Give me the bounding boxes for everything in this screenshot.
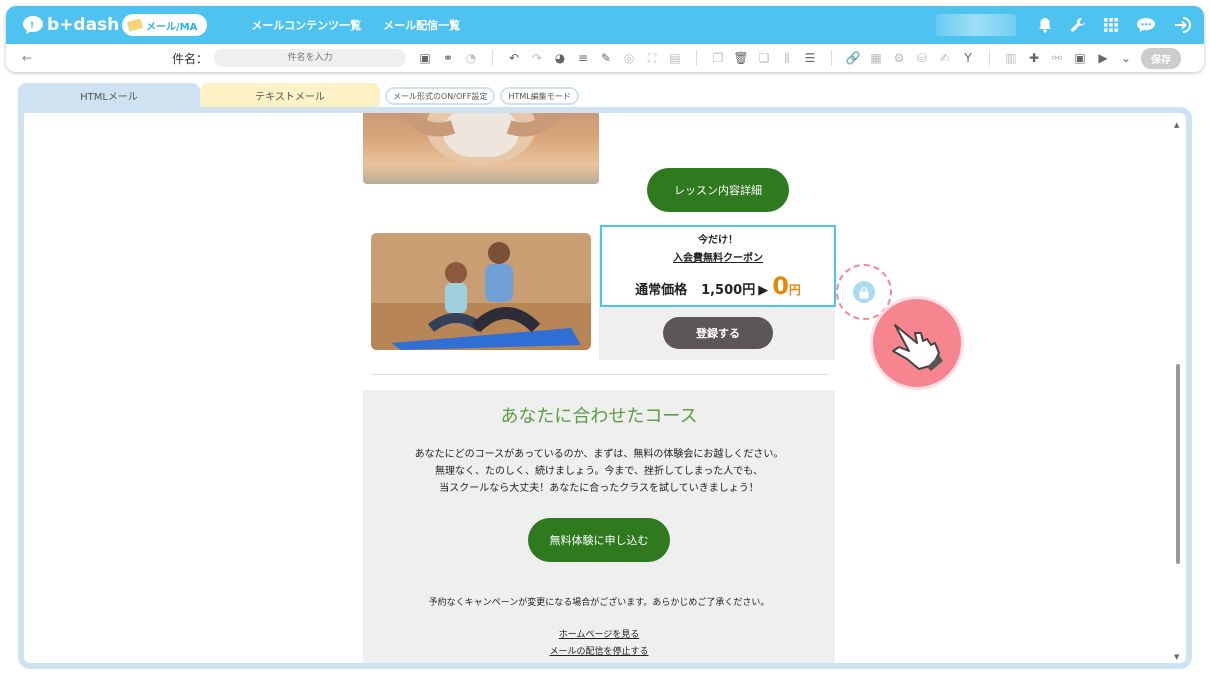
course-section: あなたに合わせたコース あなたにどのコースがあっているのか、まずは、無料の体験会…	[363, 390, 835, 663]
chevron-down-icon[interactable]: ⌄	[1119, 51, 1133, 65]
module-pill-label: メール/MA	[146, 21, 198, 33]
app-header: ! b+dash メール/MA メールコンテンツ一覧 メール配信一覧 ← 件名：…	[6, 6, 1204, 72]
lock-icon[interactable]	[853, 281, 875, 303]
chat-icon[interactable]	[1136, 17, 1156, 33]
save-button[interactable]: 保存	[1141, 47, 1182, 69]
grid-icon[interactable]	[1104, 18, 1118, 32]
module-pill[interactable]: メール/MA	[122, 14, 208, 36]
yoga-couple-image[interactable]	[371, 233, 591, 350]
envelope-icon	[126, 18, 144, 32]
campaign-notice: 予約なくキャンペーンが変更になる場合がございます。あらかじめご了承ください。	[428, 598, 770, 608]
editor-toolbar: ← 件名： ▣ ⚭ ◔ ↶ ↷ ◕ ≡ ✎ ◎ ⛶ ▤ ❐ 🗑 ❏ ⫼ ☰ 🔗 …	[6, 44, 1204, 72]
wrench-icon[interactable]	[1070, 17, 1086, 33]
vertical-scrollbar[interactable]: ▲ ▼	[1174, 121, 1182, 661]
tab-html-mail[interactable]: HTMLメール	[18, 83, 200, 108]
course-text-line: 当スクールなら大丈夫！あなたに合ったクラスを試していきましょう！	[439, 483, 759, 494]
subject-input[interactable]	[214, 49, 407, 67]
logo-text: b+dash	[47, 15, 120, 35]
palette-icon[interactable]: ◕	[553, 51, 567, 65]
section-divider	[371, 374, 829, 375]
sale-price-unit: 円	[788, 283, 801, 297]
scroll-down-icon[interactable]: ▼	[1174, 653, 1179, 661]
blocks-icon[interactable]: ▥	[1004, 51, 1018, 65]
template-icon[interactable]: ▣	[418, 51, 432, 65]
add-grid-icon[interactable]: ✚	[1027, 51, 1041, 65]
align-icon[interactable]: ≡	[576, 51, 590, 65]
nav-mail-deliveries[interactable]: メール配信一覧	[383, 17, 460, 33]
html-edit-mode-button[interactable]: HTML編集モード	[500, 87, 579, 105]
play-icon[interactable]: ▶	[1096, 51, 1110, 65]
course-text-line: あなたにどのコースがあっているのか、まずは、無料の体験会にお越しください。	[414, 449, 784, 460]
pointing-hand-icon	[870, 296, 964, 390]
copy-block-icon[interactable]: ❐	[711, 51, 725, 65]
format-toggle-button[interactable]: メール形式のON/OFF設定	[385, 87, 496, 105]
gears-icon[interactable]: ⚙	[892, 51, 906, 65]
back-arrow-icon[interactable]: ←	[22, 51, 172, 65]
person-stretching-image	[398, 113, 564, 165]
undo-icon[interactable]: ↶	[507, 51, 521, 65]
couple-on-yoga-mat-image	[371, 233, 591, 350]
columns-icon[interactable]: ⫼	[780, 51, 794, 65]
contact-card-icon[interactable]: ▣	[1073, 51, 1087, 65]
user-info-blurred	[936, 14, 1016, 36]
trash-icon[interactable]: 🗑	[733, 51, 748, 65]
edit-doc-icon[interactable]: ✍	[938, 51, 952, 65]
scroll-thumb[interactable]	[1176, 364, 1180, 564]
lesson-details-button[interactable]: レッスン内容詳細	[647, 168, 789, 212]
calendar-icon[interactable]: ▦	[869, 51, 883, 65]
coupon-title[interactable]: 入会費無料クーポン	[602, 249, 834, 264]
regular-price-label: 通常価格	[635, 283, 688, 298]
logo-icon: !	[23, 16, 43, 34]
unsubscribe-link[interactable]: メールの配信を停止する	[363, 644, 835, 657]
coupon-price-row: 通常価格 1,500円 ▶ 0 円	[602, 272, 834, 300]
app-logo[interactable]: ! b+dash	[22, 15, 122, 35]
course-description: あなたにどのコースがあっているのか、まずは、無料の体験会にお越しください。 無理…	[363, 446, 835, 497]
svg-text:!: !	[30, 21, 34, 31]
arrow-right-icon: ▶	[758, 283, 769, 298]
tab-text-mail[interactable]: テキストメール	[200, 83, 380, 108]
link-icon[interactable]: 🔗	[846, 51, 861, 65]
sale-price: 0	[772, 272, 789, 300]
logout-icon[interactable]	[1174, 17, 1192, 33]
email-preview: レッスン内容詳細 今だけ！ 入会費無料クーポン 通常価格 1,500円 ▶ 0 …	[363, 113, 836, 663]
image-block-icon[interactable]: ▤	[668, 51, 682, 65]
coupon-box[interactable]: 今だけ！ 入会費無料クーポン 通常価格 1,500円 ▶ 0 円	[600, 225, 836, 307]
rows-icon[interactable]: ☰	[803, 51, 817, 65]
subject-label: 件名：	[172, 51, 209, 66]
regular-price: 1,500円	[701, 283, 756, 298]
yoga-image-top[interactable]	[363, 113, 599, 184]
homepage-link[interactable]: ホームページを見る	[363, 627, 835, 640]
scroll-up-icon[interactable]: ▲	[1174, 121, 1179, 129]
chain-icon[interactable]: ⚯	[1050, 51, 1064, 65]
top-nav-bar: ! b+dash メール/MA メールコンテンツ一覧 メール配信一覧	[6, 6, 1204, 44]
expand-icon[interactable]: ⛶	[645, 51, 659, 65]
free-trial-button[interactable]: 無料体験に申し込む	[528, 518, 670, 562]
schedule-icon[interactable]: ◔	[464, 51, 478, 65]
link-settings-icon[interactable]: ⚭	[441, 51, 455, 65]
register-button[interactable]: 登録する	[663, 317, 773, 349]
target-icon[interactable]: ◎	[622, 51, 636, 65]
duplicate-icon[interactable]: ❏	[757, 51, 771, 65]
database-icon[interactable]: ⛁	[915, 51, 929, 65]
merge-icon[interactable]: Y	[961, 51, 975, 65]
redo-icon[interactable]: ↷	[530, 51, 544, 65]
course-text-line: 無理なく、たのしく、続けましょう。今まで、挫折してしまった人でも、	[435, 466, 763, 477]
nav-mail-contents[interactable]: メールコンテンツ一覧	[251, 17, 361, 33]
course-title: あなたに合わせたコース	[500, 406, 698, 427]
email-editor-canvas[interactable]: レッスン内容詳細 今だけ！ 入会費無料クーポン 通常価格 1,500円 ▶ 0 …	[18, 107, 1192, 669]
bell-icon[interactable]	[1038, 17, 1052, 33]
coupon-headline: 今だけ！	[698, 235, 738, 246]
pen-icon[interactable]: ✎	[599, 51, 613, 65]
mail-type-tabs: HTMLメール テキストメール メール形式のON/OFF設定 HTML編集モード	[18, 83, 579, 108]
